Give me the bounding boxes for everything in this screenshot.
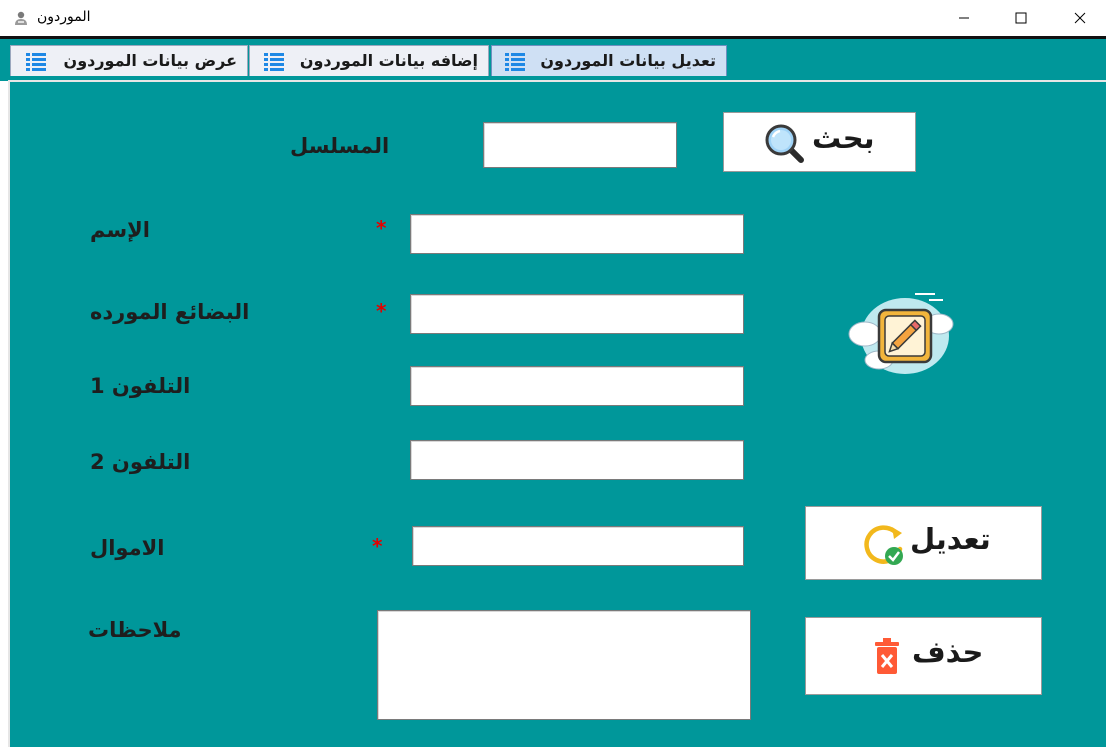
tab-view-suppliers[interactable]: عرض بيانات الموردون (10, 45, 248, 76)
search-button[interactable]: بحث (723, 112, 916, 172)
delete-button-label: حذف (912, 635, 984, 669)
tab-label: تعديل بيانات الموردون (540, 51, 716, 70)
notes-label: ملاحظات (88, 618, 182, 642)
tab-add-supplier[interactable]: إضافه بيانات الموردون (249, 45, 489, 76)
money-label: الاموال (90, 536, 165, 560)
required-mark: * (376, 216, 387, 240)
close-icon (1074, 12, 1086, 24)
tab-label: عرض بيانات الموردون (63, 51, 237, 70)
delete-button[interactable]: حذف (805, 617, 1042, 695)
window-title: الموردون (37, 9, 91, 25)
list-icon (264, 53, 284, 71)
trash-icon (875, 638, 899, 674)
serial-label: المسلسل (290, 134, 390, 158)
required-mark: * (376, 299, 387, 323)
phone1-input[interactable] (410, 366, 744, 406)
user-icon (15, 11, 27, 25)
required-mark: * (372, 534, 383, 558)
title-bar: الموردون (0, 0, 1106, 36)
phone1-label: التلفون 1 (90, 374, 191, 398)
phone2-input[interactable] (410, 440, 744, 480)
money-input[interactable] (412, 526, 744, 566)
close-button[interactable] (1057, 0, 1103, 36)
tab-edit-supplier[interactable]: تعديل بيانات الموردون (491, 45, 727, 76)
name-input[interactable] (410, 214, 744, 254)
goods-input[interactable] (410, 294, 744, 334)
goods-label: البضائع المورده (90, 300, 250, 324)
edit-button[interactable]: تعديل (805, 506, 1042, 580)
phone2-label: التلفون 2 (90, 450, 191, 474)
list-icon (26, 53, 46, 71)
tab-strip: عرض بيانات الموردون إضافه بيانات الموردو… (0, 39, 1106, 81)
maximize-icon (1015, 12, 1027, 24)
edit-supplier-panel: المسلسل بحث الإسم * البضائع المورده * ال… (8, 80, 1106, 747)
minimize-button[interactable] (941, 0, 987, 36)
minimize-icon (959, 17, 969, 19)
edit-button-label: تعديل (910, 522, 991, 556)
edit-document-icon (848, 293, 954, 374)
tab-label: إضافه بيانات الموردون (299, 51, 478, 70)
maximize-button[interactable] (998, 0, 1044, 36)
serial-input[interactable] (483, 122, 677, 168)
notes-textarea[interactable] (377, 610, 751, 720)
search-button-label: بحث (812, 121, 875, 155)
refresh-check-icon (864, 525, 903, 565)
list-icon (505, 53, 525, 71)
search-icon (765, 124, 804, 163)
name-label: الإسم (90, 218, 150, 242)
